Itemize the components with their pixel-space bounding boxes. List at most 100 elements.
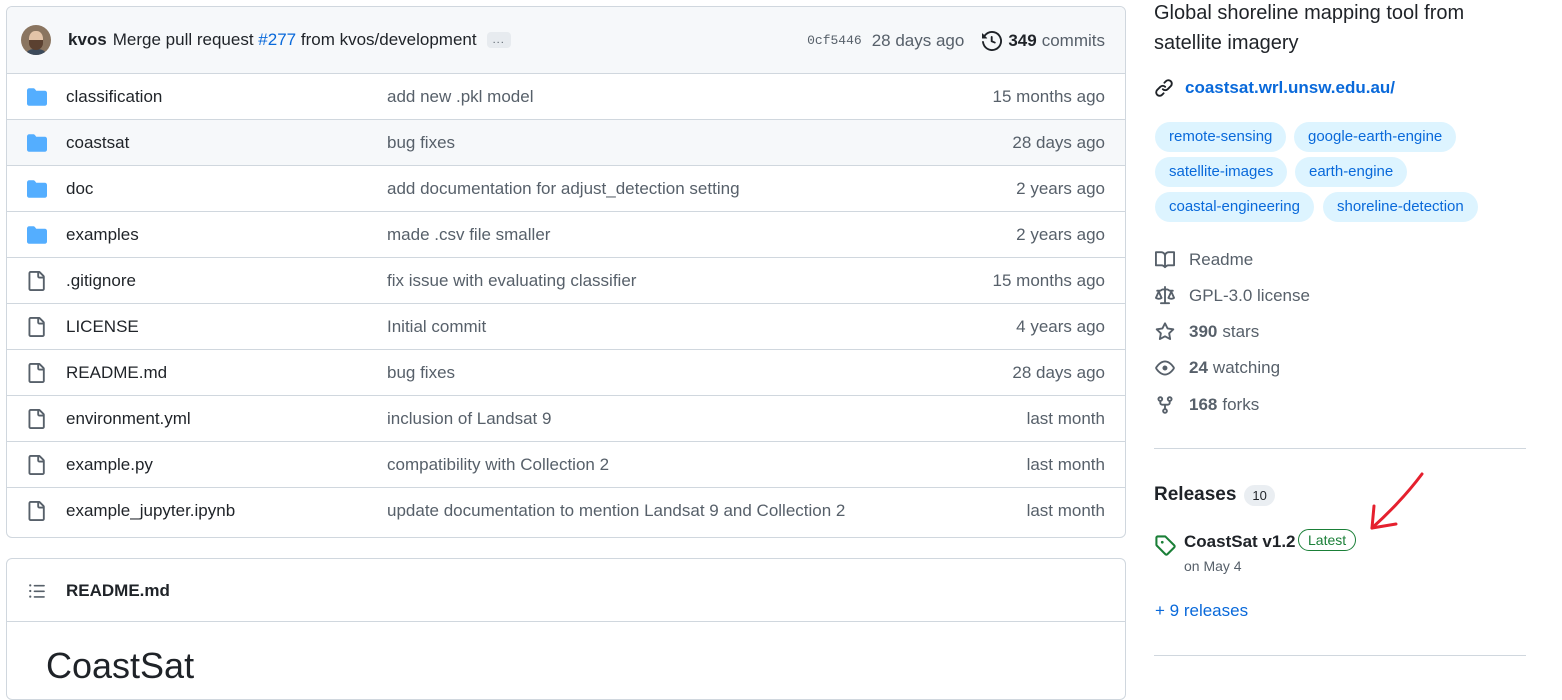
commit-author[interactable]: kvos (68, 30, 107, 50)
expand-commit-button[interactable]: ... (486, 32, 511, 48)
license-label: GPL-3.0 license (1189, 286, 1310, 305)
file-commit-date[interactable]: 15 months ago (993, 87, 1105, 107)
file-commit-date[interactable]: 2 years ago (1016, 225, 1105, 245)
file-row[interactable]: LICENSE Initial commit 4 years ago (7, 303, 1125, 349)
forks-label: forks (1222, 395, 1260, 414)
file-commit-date[interactable]: last month (1027, 455, 1105, 475)
releases-title[interactable]: Releases (1154, 484, 1236, 506)
topic-remote-sensing[interactable]: remote-sensing (1155, 122, 1287, 152)
sidebar-divider-bottom (1154, 655, 1526, 656)
file-row[interactable]: README.md bug fixes 28 days ago (7, 349, 1125, 395)
latest-commit-bar: kvos Merge pull request #277 from kvos/d… (7, 7, 1125, 74)
releases-heading[interactable]: Releases 10 (1154, 484, 1275, 506)
file-row[interactable]: example.py compatibility with Collection … (7, 441, 1125, 487)
watching-label: watching (1212, 358, 1281, 377)
file-commit-date[interactable]: 4 years ago (1016, 317, 1105, 337)
file-commit-date[interactable]: 28 days ago (1012, 133, 1105, 153)
commit-message-prefix[interactable]: Merge pull request (113, 30, 254, 49)
author-avatar[interactable] (21, 25, 51, 55)
stars-link[interactable]: 390 stars (1154, 322, 1259, 342)
link-icon (1155, 79, 1173, 97)
more-releases-link[interactable]: + 9 releases (1155, 601, 1248, 621)
law-scale-icon (1155, 286, 1175, 305)
topic-shoreline-detection[interactable]: shoreline-detection (1323, 192, 1478, 222)
list-icon[interactable] (27, 582, 47, 600)
file-commit-message[interactable]: add documentation for adjust_detection s… (387, 179, 740, 199)
website-link[interactable]: coastsat.wrl.unsw.edu.au/ (1154, 78, 1395, 98)
folder-icon (26, 87, 48, 112)
releases-count-badge: 10 (1244, 484, 1275, 506)
file-commit-message[interactable]: fix issue with evaluating classifier (387, 271, 636, 291)
website-url[interactable]: coastsat.wrl.unsw.edu.au/ (1185, 78, 1395, 98)
file-name[interactable]: classification (66, 87, 162, 107)
commit-sha[interactable]: 0cf5446 (807, 33, 862, 48)
file-name[interactable]: example_jupyter.ipynb (66, 501, 235, 521)
fork-icon (1157, 396, 1173, 414)
repo-description: Global shoreline mapping tool from satel… (1154, 2, 1465, 54)
file-commit-message[interactable]: compatibility with Collection 2 (387, 455, 609, 475)
book-icon (1155, 251, 1175, 269)
file-name[interactable]: examples (66, 225, 139, 245)
star-icon (1155, 322, 1175, 341)
file-row[interactable]: environment.yml inclusion of Landsat 9 las… (7, 395, 1125, 441)
license-link[interactable]: GPL-3.0 license (1154, 286, 1310, 306)
file-row[interactable]: examples made .csv file smaller 2 years ag… (7, 211, 1125, 257)
file-name[interactable]: README.md (66, 363, 167, 383)
commit-message-suffix[interactable]: from kvos/development (301, 30, 477, 49)
watching-count: 24 (1189, 358, 1208, 377)
file-commit-date[interactable]: last month (1027, 409, 1105, 429)
release-date: on May 4 (1184, 558, 1242, 574)
folder-icon (26, 225, 48, 250)
file-name[interactable]: doc (66, 179, 93, 199)
file-icon (26, 501, 46, 526)
file-commit-date[interactable]: 28 days ago (1012, 363, 1105, 383)
topic-satellite-images[interactable]: satellite-images (1155, 157, 1288, 187)
stars-count: 390 (1189, 322, 1218, 341)
file-commit-date[interactable]: 2 years ago (1016, 179, 1105, 199)
file-name[interactable]: environment.yml (66, 409, 191, 429)
readme-file-title[interactable]: README.md (66, 581, 170, 601)
latest-badge: Latest (1298, 529, 1357, 551)
file-browser: kvos Merge pull request #277 from kvos/d… (6, 6, 1126, 538)
file-row[interactable]: coastsat bug fixes 28 days ago (7, 119, 1125, 165)
commit-time[interactable]: 28 days ago (872, 31, 965, 51)
file-list: classification add new .pkl model 15 month… (7, 74, 1125, 533)
file-commit-date[interactable]: 15 months ago (993, 271, 1105, 291)
file-commit-message[interactable]: inclusion of Landsat 9 (387, 409, 551, 429)
file-row[interactable]: .gitignore fix issue with evaluating clas… (7, 257, 1125, 303)
readme-link[interactable]: Readme (1154, 250, 1253, 270)
file-icon (26, 363, 46, 388)
topic-google-earth-engine[interactable]: google-earth-engine (1294, 122, 1457, 152)
watching-link[interactable]: 24 watching (1154, 358, 1280, 378)
commit-message[interactable]: Merge pull request #277 from kvos/develo… (113, 30, 477, 50)
file-row[interactable]: classification add new .pkl model 15 month… (7, 74, 1125, 119)
file-commit-message[interactable]: made .csv file smaller (387, 225, 550, 245)
file-icon (26, 271, 46, 296)
commits-link[interactable]: 349 commits (982, 31, 1105, 51)
sidebar-divider (1154, 448, 1526, 449)
commits-label: commits (1041, 30, 1105, 50)
topic-coastal-engineering[interactable]: coastal-engineering (1155, 192, 1314, 222)
file-name[interactable]: example.py (66, 455, 153, 475)
annotation-arrow-icon (1370, 472, 1424, 530)
file-commit-message[interactable]: bug fixes (387, 363, 455, 383)
file-name[interactable]: .gitignore (66, 271, 136, 291)
release-name[interactable]: CoastSat v1.2 (1184, 532, 1296, 552)
file-commit-message[interactable]: Initial commit (387, 317, 486, 337)
file-row[interactable]: doc add documentation for adjust_detectio… (7, 165, 1125, 211)
file-icon (26, 317, 46, 342)
file-commit-message[interactable]: bug fixes (387, 133, 455, 153)
file-icon (26, 409, 46, 434)
history-icon (982, 30, 1003, 51)
pr-link[interactable]: #277 (258, 30, 296, 49)
file-commit-message[interactable]: add new .pkl model (387, 87, 533, 107)
topic-earth-engine[interactable]: earth-engine (1295, 157, 1408, 187)
file-row[interactable]: example_jupyter.ipynb update documentatio… (7, 487, 1125, 533)
forks-link[interactable]: 168 forks (1154, 395, 1259, 415)
eye-icon (1155, 360, 1175, 376)
file-name[interactable]: LICENSE (66, 317, 139, 337)
file-commit-message[interactable]: update documentation to mention Landsat … (387, 501, 845, 521)
stars-label: stars (1222, 322, 1260, 341)
file-commit-date[interactable]: last month (1027, 501, 1105, 521)
file-name[interactable]: coastsat (66, 133, 129, 153)
